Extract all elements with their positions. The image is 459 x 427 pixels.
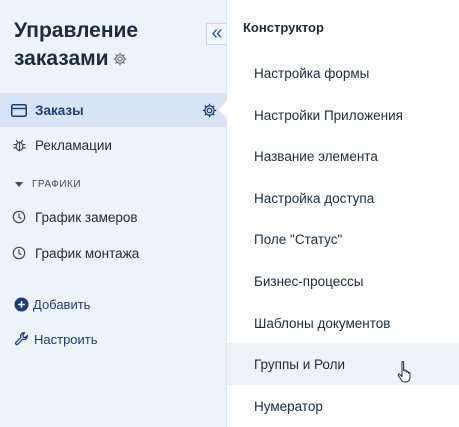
menu-header: Конструктор <box>243 20 324 35</box>
menu-item-numerator[interactable]: Нумератор <box>227 385 459 427</box>
add-button-label: Добавить <box>33 297 91 312</box>
plus-circle-icon <box>14 297 29 312</box>
clock-icon <box>11 209 27 225</box>
menu-item-access-settings[interactable]: Настройка доступа <box>227 177 459 219</box>
section-header-charts[interactable]: ГРАФИКИ <box>15 179 81 190</box>
configure-button-label: Настроить <box>34 331 98 347</box>
menu-item-label: Название элемента <box>254 148 378 164</box>
sidebar-item-installation-schedule[interactable]: График монтажа <box>0 236 226 270</box>
menu-item-app-settings[interactable]: Настройки Приложения <box>227 94 459 136</box>
sidebar-item-label: Заказы <box>35 102 84 118</box>
menu-item-label: Нумератор <box>254 398 323 414</box>
menu-item-form-settings[interactable]: Настройка формы <box>227 52 459 94</box>
menu-item-groups-roles[interactable]: Группы и Роли <box>227 343 459 385</box>
app-title: Управление заказами <box>14 17 184 75</box>
gear-icon[interactable] <box>112 47 128 75</box>
wrench-icon <box>14 331 30 347</box>
caret-down-icon <box>15 182 23 187</box>
sidebar-item-measurements-schedule[interactable]: График замеров <box>0 200 226 234</box>
sidebar-item-orders[interactable]: Заказы <box>0 93 226 127</box>
hand-pointer-icon <box>396 360 416 389</box>
card-icon <box>11 102 27 118</box>
clock-icon <box>11 245 27 261</box>
menu-item-label: Настройка формы <box>254 65 370 81</box>
menu-item-label: Поле "Статус" <box>254 231 343 247</box>
sidebar-item-label: График замеров <box>35 209 138 225</box>
bug-icon <box>11 137 27 153</box>
menu-item-business-processes[interactable]: Бизнес-процессы <box>227 260 459 302</box>
menu-item-label: Настройки Приложения <box>254 107 403 123</box>
sidebar-item-label: График монтажа <box>35 245 140 261</box>
configure-button[interactable]: Настроить <box>14 331 98 347</box>
sidebar-item-claims[interactable]: Рекламации <box>0 128 226 162</box>
menu-item-status-field[interactable]: Поле "Статус" <box>227 218 459 260</box>
menu-item-element-name[interactable]: Название элемента <box>227 135 459 177</box>
menu-item-label: Группы и Роли <box>254 356 346 372</box>
add-button[interactable]: Добавить <box>14 297 90 312</box>
sidebar-item-label: Рекламации <box>35 137 112 153</box>
menu-item-label: Шаблоны документов <box>254 315 391 331</box>
gear-icon[interactable] <box>201 102 218 122</box>
collapse-sidebar-button[interactable]: « <box>206 23 227 45</box>
double-chevron-left-icon: « <box>211 22 223 44</box>
menu-item-label: Настройка доступа <box>254 190 375 206</box>
section-label: ГРАФИКИ <box>32 179 82 190</box>
menu-item-label: Бизнес-процессы <box>254 273 364 289</box>
sidebar: Управление заказами « Заказы Рекламации … <box>0 0 227 427</box>
menu-item-document-templates[interactable]: Шаблоны документов <box>227 302 459 344</box>
constructor-menu: Конструктор Настройка формы Настройки Пр… <box>226 0 459 427</box>
